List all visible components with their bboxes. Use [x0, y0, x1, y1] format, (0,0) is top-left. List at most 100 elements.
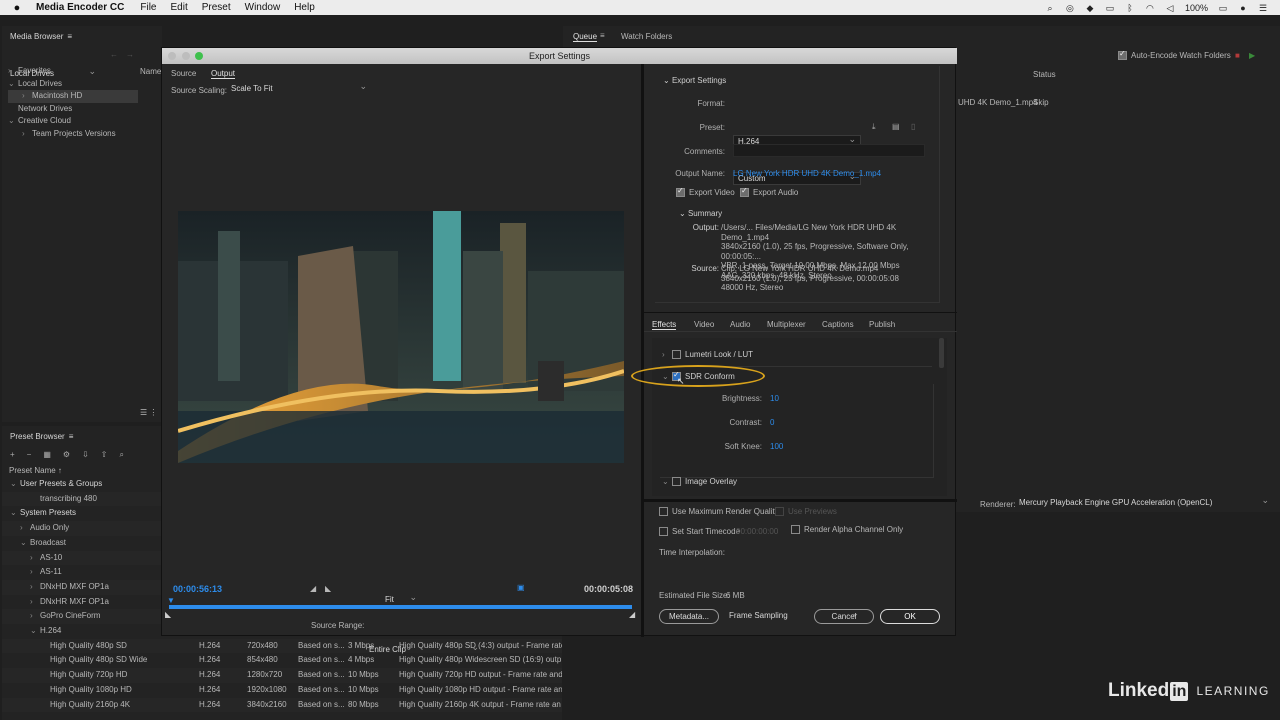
disclosure-icon[interactable]: ›	[30, 565, 40, 580]
dropbox-icon[interactable]: ◆	[1085, 3, 1095, 13]
disclosure-icon[interactable]: ›	[30, 609, 40, 624]
menu-help[interactable]: Help	[294, 2, 315, 13]
stop-queue-icon[interactable]: ■	[1235, 51, 1240, 60]
current-timecode[interactable]: 00:00:56:13	[173, 584, 222, 594]
apple-logo-icon[interactable]: ●	[12, 2, 22, 13]
close-button[interactable]	[168, 52, 176, 60]
tab-captions[interactable]: Captions	[822, 320, 854, 329]
use-max-render-checkbox[interactable]: Use Maximum Render Quality	[659, 507, 779, 517]
start-timecode-value[interactable]: 00:00:00:00	[736, 527, 778, 536]
search-icon[interactable]: ⌕	[1045, 3, 1055, 13]
auto-encode-checkbox[interactable]: Auto-Encode Watch Folders	[1118, 49, 1231, 61]
tab-watch-folders[interactable]: Watch Folders	[621, 32, 672, 41]
forward-arrow-icon[interactable]: →	[126, 50, 134, 59]
app-menu[interactable]: Media Encoder CC	[36, 2, 124, 13]
source-range-dropdown[interactable]: Entire Clip	[365, 642, 483, 657]
tree-item[interactable]: ⌄ Creative Cloud	[8, 115, 138, 128]
effects-scrollbar[interactable]	[939, 338, 944, 368]
ok-button[interactable]: OK	[880, 609, 940, 624]
tab-audio[interactable]: Audio	[730, 320, 750, 329]
tree-item[interactable]: › Team Projects Versions	[8, 128, 138, 141]
battery-icon[interactable]: ▭	[1218, 3, 1228, 13]
preset-row[interactable]: High Quality 1080p HD H.264 1920x1080 Based…	[2, 683, 562, 698]
settings-icon[interactable]: ⚙	[63, 450, 70, 460]
menu-file[interactable]: File	[140, 2, 156, 13]
set-out-point-icon[interactable]: ◣	[325, 584, 331, 593]
preset-cell-target: Based on s...	[298, 670, 345, 680]
lumetri-effect[interactable]: › Lumetri Look / LUT	[662, 350, 753, 360]
playhead-marker[interactable]: ▼	[167, 596, 175, 605]
panel-menu-icon[interactable]: ≡	[67, 32, 72, 41]
queue-menu-icon[interactable]: ≡	[600, 31, 605, 40]
list-view-icon[interactable]: ☰ ⋮	[140, 408, 157, 417]
creative-cloud-icon[interactable]: ◎	[1065, 3, 1075, 13]
disclosure-icon[interactable]: ›	[30, 580, 40, 595]
group-icon[interactable]: ▦	[43, 450, 51, 460]
volume-icon[interactable]: ◁	[1165, 3, 1175, 13]
menu-window[interactable]: Window	[245, 2, 281, 13]
metadata-button[interactable]: Metadata...	[659, 609, 719, 624]
render-alpha-checkbox[interactable]: Render Alpha Channel Only	[791, 525, 903, 535]
preset-name-column[interactable]: Preset Name ↑	[9, 466, 62, 475]
disclosure-icon[interactable]: ›	[20, 521, 30, 536]
disclosure-icon[interactable]: ⌄	[20, 536, 30, 551]
disclosure-icon[interactable]: ›	[22, 90, 32, 103]
disclosure-icon[interactable]: ⌄	[30, 624, 40, 639]
disclosure-icon[interactable]: ›	[30, 595, 40, 610]
status-column-header[interactable]: Status	[1033, 70, 1056, 79]
contrast-value[interactable]: 0	[770, 418, 774, 427]
set-start-timecode-checkbox[interactable]: Set Start Timecode	[659, 527, 740, 537]
search-icon[interactable]: ⌕	[119, 450, 123, 460]
tree-item[interactable]: Network Drives	[8, 103, 138, 116]
name-column-header[interactable]: Name	[140, 67, 161, 76]
start-queue-icon[interactable]: ▶	[1249, 51, 1255, 60]
disclosure-icon[interactable]: ›	[30, 551, 40, 566]
out-marker[interactable]: ◢	[629, 610, 635, 619]
preset-row[interactable]: High Quality 2160p 4K H.264 3840x2160 Based…	[2, 697, 562, 713]
tab-multiplexer[interactable]: Multiplexer	[767, 320, 806, 329]
notification-center-icon[interactable]: ☰	[1258, 3, 1268, 13]
in-marker[interactable]: ◣	[165, 610, 171, 619]
soft-knee-value[interactable]: 100	[770, 442, 783, 451]
use-previews-checkbox[interactable]: Use Previews	[775, 507, 837, 517]
disclosure-icon[interactable]: ›	[22, 128, 32, 141]
disclosure-icon[interactable]: ⌄	[10, 506, 20, 521]
minimize-button[interactable]	[182, 52, 190, 60]
tab-source[interactable]: Source	[171, 69, 196, 78]
tab-queue[interactable]: Queue	[573, 32, 598, 42]
wifi-icon[interactable]: ◠	[1145, 3, 1155, 13]
tree-item[interactable]: ⌄ Local Drives	[8, 78, 138, 91]
airplay-icon[interactable]: ▭	[1105, 3, 1115, 13]
aspect-toggle-icon[interactable]: ▣	[517, 583, 525, 592]
tab-video[interactable]: Video	[694, 320, 714, 329]
tree-item[interactable]: › Macintosh HD	[8, 90, 138, 103]
menu-edit[interactable]: Edit	[170, 2, 187, 13]
disclosure-icon[interactable]: ⌄	[8, 115, 18, 128]
cancel-button[interactable]: Cancel	[814, 609, 874, 624]
bluetooth-icon[interactable]: ᛒ	[1125, 3, 1135, 13]
panel-menu-icon[interactable]: ≡	[69, 432, 74, 441]
timeline-scrubber[interactable]	[169, 605, 632, 609]
disclosure-icon[interactable]: ⌄	[8, 78, 18, 91]
zoom-button[interactable]	[195, 52, 203, 60]
tree-item[interactable]: › Favorites	[8, 65, 138, 78]
menu-preset[interactable]: Preset	[202, 2, 231, 13]
image-overlay-effect[interactable]: ⌄ Image Overlay	[662, 477, 737, 487]
export-icon[interactable]: ⇧	[101, 450, 108, 460]
renderer-dropdown[interactable]: Mercury Playback Engine GPU Acceleration…	[1015, 495, 1273, 510]
source-scaling-dropdown[interactable]: Scale To Fit	[227, 81, 371, 96]
tab-output[interactable]: Output	[211, 69, 236, 79]
disclosure-icon[interactable]: ⌄	[10, 477, 20, 492]
queue-item-name[interactable]: UHD 4K Demo_1.mp4	[958, 98, 1038, 107]
tab-effects[interactable]: Effects	[652, 320, 677, 330]
brightness-value[interactable]: 10	[770, 394, 779, 403]
preset-row[interactable]: High Quality 720p HD H.264 1280x720 Based o…	[2, 668, 562, 683]
disclosure-icon[interactable]: ›	[8, 65, 18, 78]
import-icon[interactable]: ⇩	[82, 450, 89, 460]
remove-preset-icon[interactable]: −	[27, 450, 32, 460]
add-preset-icon[interactable]: +	[10, 450, 15, 460]
tab-publish[interactable]: Publish	[869, 320, 895, 329]
set-in-point-icon[interactable]: ◢	[310, 584, 316, 593]
user-avatar-icon[interactable]: ●	[1238, 3, 1248, 13]
back-arrow-icon[interactable]: ←	[110, 50, 118, 59]
